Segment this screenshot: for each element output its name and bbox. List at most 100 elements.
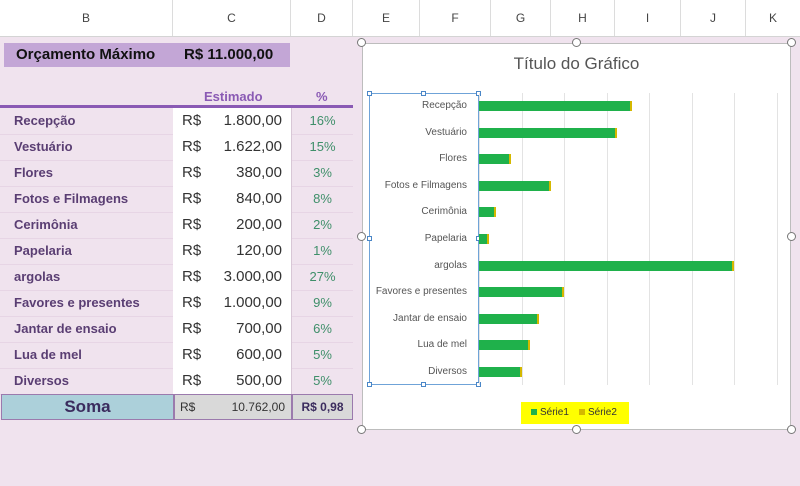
resize-handle-mr[interactable] [787, 232, 796, 241]
bar-serie1[interactable] [479, 207, 497, 218]
bar-serie1[interactable] [479, 101, 633, 112]
category-cell[interactable]: Vestuário [14, 134, 73, 160]
category-cell[interactable]: Lua de mel [14, 342, 82, 368]
percent-cell[interactable]: 6% [292, 316, 353, 342]
table-row: Papelaria R$ 120,00 1% [0, 238, 353, 265]
estimated-value-cell[interactable]: R$ 120,00 [173, 238, 291, 264]
category-axis-label: Vestuário [425, 126, 467, 138]
axis-resize-handle[interactable] [367, 91, 372, 96]
estimated-value: 120,00 [236, 242, 282, 259]
estimated-value: 600,00 [236, 346, 282, 363]
axis-resize-handle[interactable] [421, 382, 426, 387]
currency-symbol: R$ [182, 294, 202, 311]
estimated-value-cell[interactable]: R$ 3.000,00 [173, 264, 291, 290]
category-axis-label: Jantar de ensaio [393, 312, 467, 324]
col-header-k[interactable]: K [746, 0, 800, 36]
percent-cell[interactable]: 16% [292, 108, 353, 134]
estimated-value: 380,00 [236, 164, 282, 181]
bar-chart[interactable]: Título do Gráfico Recepção Vestuário Flore… [362, 43, 791, 430]
percent-cell[interactable]: 1% [292, 238, 353, 264]
resize-handle-br[interactable] [787, 425, 796, 434]
bar-serie1[interactable] [479, 154, 512, 165]
legend-item-serie1: Série1 [531, 402, 569, 424]
percent-cell[interactable]: 9% [292, 290, 353, 316]
bar-serie1[interactable] [479, 234, 490, 244]
estimated-value-cell[interactable]: R$ 1.800,00 [173, 108, 291, 134]
col-header-j[interactable]: J [681, 0, 746, 36]
category-cell[interactable]: Diversos [14, 368, 69, 394]
col-header-h[interactable]: H [551, 0, 615, 36]
col-header-c[interactable]: C [173, 0, 291, 36]
category-axis-label: Flores [439, 153, 467, 165]
bar-serie1[interactable] [479, 180, 551, 191]
bar-serie1[interactable] [479, 260, 735, 271]
category-axis-label: Papelaria [424, 233, 467, 244]
table-row: Fotos e Filmagens R$ 840,00 8% [0, 186, 353, 213]
resize-handle-tr[interactable] [787, 38, 796, 47]
currency-symbol: R$ [182, 268, 202, 285]
category-cell[interactable]: Jantar de ensaio [14, 316, 117, 342]
axis-resize-handle[interactable] [367, 382, 372, 387]
total-currency: R$ [180, 400, 196, 414]
category-cell[interactable]: Fotos e Filmagens [14, 186, 128, 212]
category-axis-label: Favores e presentes [375, 286, 467, 298]
col-header-e[interactable]: E [353, 0, 420, 36]
estimated-value: 3.000,00 [223, 268, 282, 285]
percent-cell[interactable]: 8% [292, 186, 353, 212]
bar-serie1[interactable] [479, 127, 618, 138]
estimated-value-cell[interactable]: R$ 840,00 [173, 186, 291, 212]
col-header-d[interactable]: D [291, 0, 353, 36]
category-cell[interactable]: argolas [14, 264, 60, 290]
resize-handle-bl[interactable] [357, 425, 366, 434]
total-label[interactable]: Soma [1, 394, 174, 420]
estimated-value-cell[interactable]: R$ 1.000,00 [173, 290, 291, 316]
estimated-value-cell[interactable]: R$ 200,00 [173, 212, 291, 238]
estimated-value-cell[interactable]: R$ 600,00 [173, 342, 291, 368]
total-value-cell[interactable]: R$ 10.762,00 [174, 394, 292, 420]
percent-cell[interactable]: 5% [292, 342, 353, 368]
percent-cell[interactable]: 3% [292, 160, 353, 186]
category-cell[interactable]: Cerimônia [14, 212, 78, 238]
table-row: Vestuário R$ 1.622,00 15% [0, 134, 353, 161]
budget-header[interactable]: Orçamento Máximo R$ 11.000,00 [4, 43, 290, 67]
currency-symbol: R$ [182, 138, 202, 155]
col-header-g[interactable]: G [491, 0, 551, 36]
category-cell[interactable]: Favores e presentes [14, 290, 140, 316]
percent-cell[interactable]: 5% [292, 368, 353, 394]
gridline [734, 93, 736, 385]
category-axis-label: Cerimônia [421, 206, 467, 218]
resize-handle-ml[interactable] [357, 232, 366, 241]
category-cell[interactable]: Recepção [14, 108, 75, 134]
category-axis-label: Lua de mel [417, 339, 467, 351]
table-row: Cerimônia R$ 200,00 2% [0, 212, 353, 239]
chart-legend[interactable]: Série1 Série2 [521, 402, 629, 424]
percent-cell[interactable]: 27% [292, 264, 353, 290]
resize-handle-bc[interactable] [572, 425, 581, 434]
resize-handle-tc[interactable] [572, 38, 581, 47]
table-row: Lua de mel R$ 600,00 5% [0, 342, 353, 369]
estimated-value-cell[interactable]: R$ 700,00 [173, 316, 291, 342]
resize-handle-tl[interactable] [357, 38, 366, 47]
estimated-value-cell[interactable]: R$ 1.622,00 [173, 134, 291, 160]
axis-resize-handle[interactable] [421, 91, 426, 96]
col-header-f[interactable]: F [420, 0, 491, 36]
category-cell[interactable]: Papelaria [14, 238, 72, 264]
bar-serie1[interactable] [479, 313, 539, 324]
pct-header: % [316, 89, 328, 104]
chart-title[interactable]: Título do Gráfico [363, 54, 790, 74]
category-axis-label: argolas [434, 259, 467, 271]
col-header-b[interactable]: B [0, 0, 173, 36]
estimated-value-cell[interactable]: R$ 500,00 [173, 368, 291, 394]
bar-serie1[interactable] [479, 287, 565, 298]
percent-cell[interactable]: 15% [292, 134, 353, 160]
total-pct[interactable]: R$ 0,98 [292, 394, 353, 420]
currency-symbol: R$ [182, 190, 202, 207]
bar-serie1[interactable] [479, 366, 522, 377]
estimated-value-cell[interactable]: R$ 380,00 [173, 160, 291, 186]
table-row: Flores R$ 380,00 3% [0, 160, 353, 187]
bar-serie1[interactable] [479, 340, 531, 351]
category-cell[interactable]: Flores [14, 160, 53, 186]
legend-swatch-serie2 [579, 409, 585, 416]
percent-cell[interactable]: 2% [292, 212, 353, 238]
col-header-i[interactable]: I [615, 0, 681, 36]
